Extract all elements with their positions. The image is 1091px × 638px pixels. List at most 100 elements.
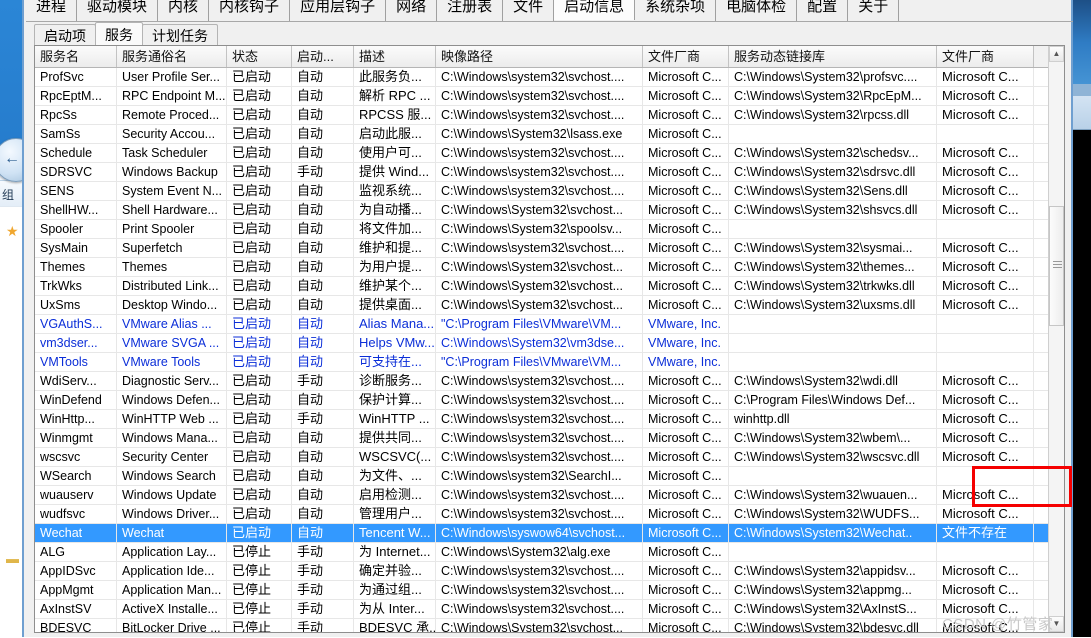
table-row[interactable]: Wechat Wechat 已启动 自动 Tencent W... C:\Windows\… — [35, 524, 1050, 543]
sub-tab-1[interactable]: 服务 — [95, 22, 143, 46]
table-row[interactable]: WinHttp... WinHTTP Web ... 已启动 手动 WinHTTP ..… — [35, 410, 1050, 429]
table-row[interactable]: WinDefend Windows Defen... 已启动 自动 保护计算... C:\… — [35, 391, 1050, 410]
table-row[interactable]: Schedule Task Scheduler 已启动 自动 使用户可... C:\Win… — [35, 144, 1050, 163]
cell-vendor: Microsoft C... — [643, 125, 729, 143]
table-row[interactable]: SENS System Event N... 已启动 自动 监视系统... C:\Wind… — [35, 182, 1050, 201]
column-header-5[interactable]: 映像路径 — [436, 46, 643, 67]
table-row[interactable]: SDRSVC Windows Backup 已启动 手动 提供 Wind... C:\Wi… — [35, 163, 1050, 182]
main-tab-7[interactable]: 文件 — [503, 0, 555, 21]
column-header-0[interactable]: 服务名 — [35, 46, 117, 67]
table-row[interactable]: ALG Application Lay... 已停止 手动为 Internet... C… — [35, 543, 1050, 562]
main-tab-0[interactable]: 进程 — [26, 0, 78, 21]
services-list-view[interactable]: 服务名 服务通俗名 状态 启动... 描述 映像路径 文件厂商 服务动态链接库 文件厂商 Pro… — [34, 45, 1065, 633]
cell-vendor: Microsoft C... — [643, 220, 729, 238]
table-row[interactable]: ProfSvc User Profile Ser... 已启动 自动 此服务负... C:… — [35, 68, 1050, 87]
cell-display: User Profile Ser... — [117, 68, 227, 86]
table-row[interactable]: vm3dser... VMware SVGA ... 已启动 自动 Helps VMw.… — [35, 334, 1050, 353]
scroll-up-arrow-icon[interactable]: ▲ — [1049, 46, 1064, 62]
cell-display: Print Spooler — [117, 220, 227, 238]
table-row[interactable]: UxSms Desktop Windo... 已启动 自动 提供桌面... C:\Wind… — [35, 296, 1050, 315]
table-row[interactable]: SamSs Security Accou... 已启动 自动 启动此服... C:\Win… — [35, 125, 1050, 144]
vertical-scrollbar[interactable]: ▲ ▼ — [1048, 46, 1064, 632]
scrollbar-thumb[interactable] — [1049, 206, 1064, 326]
main-tab-4[interactable]: 应用层钩子 — [290, 0, 387, 21]
cell-name: WinHttp... — [35, 410, 117, 428]
cell-path: "C:\Program Files\VMware\VM... — [436, 315, 643, 333]
cell-name: Schedule — [35, 144, 117, 162]
table-row[interactable]: WSearch Windows Search 已启动 自动 为文件、... C:\Wind… — [35, 467, 1050, 486]
main-tab-12[interactable]: 关于 — [848, 0, 900, 21]
column-header-8[interactable]: 文件厂商 — [937, 46, 1034, 67]
cell-dll: C:\Windows\System32\trkwks.dll — [729, 277, 937, 295]
table-row[interactable]: RpcEptM... RPC Endpoint M... 已启动 自动 解析 RPC .… — [35, 87, 1050, 106]
cell-desc: 为用户提... — [354, 258, 436, 276]
table-row[interactable]: wuauserv Windows Update 已启动 自动 启用检测... C:\Win… — [35, 486, 1050, 505]
cell-status: 已启动 — [227, 239, 292, 257]
cell-path: C:\Windows\System32\svchost... — [436, 619, 643, 632]
cell-path: C:\Windows\system32\svchost.... — [436, 372, 643, 390]
main-tab-3[interactable]: 内核钩子 — [209, 0, 291, 21]
cell-display: Windows Mana... — [117, 429, 227, 447]
table-row[interactable]: AppMgmt Application Man... 已停止 手动 为通过组... C:\… — [35, 581, 1050, 600]
back-arrow-icon[interactable]: ← — [4, 151, 22, 167]
cell-display: Distributed Link... — [117, 277, 227, 295]
cell-dll: C:\Windows\System32\wbem\... — [729, 429, 937, 447]
table-row[interactable]: AxInstSV ActiveX Installe... 已停止 手动 为从 Inter… — [35, 600, 1050, 619]
cell-dllvendor — [937, 543, 1034, 561]
service-manager-window: 进程 驱动模块 内核 内核钩子 应用层钩子 网络 注册表 文件 启动信息 系统杂项 电脑体检 配置 关于… — [22, 0, 1073, 637]
column-header-6[interactable]: 文件厂商 — [643, 46, 729, 67]
cell-status: 已启动 — [227, 68, 292, 86]
table-row[interactable]: wscsvc Security Center 已启动 自动 WSCSVC(... C:\W… — [35, 448, 1050, 467]
table-row[interactable]: RpcSs Remote Proced... 已启动 自动 RPCSS 服... C:\W… — [35, 106, 1050, 125]
cell-vendor: Microsoft C... — [643, 163, 729, 181]
sub-tab-2[interactable]: 计划任务 — [142, 24, 218, 46]
main-tab-8[interactable]: 启动信息 — [554, 0, 636, 20]
cell-dllvendor — [937, 125, 1034, 143]
cell-desc: 监视系统... — [354, 182, 436, 200]
main-tab-6[interactable]: 注册表 — [437, 0, 504, 21]
table-row[interactable]: Winmgmt Windows Mana... 已启动 自动 提供共同... C:\Win… — [35, 429, 1050, 448]
cell-dllvendor — [937, 315, 1034, 333]
table-row[interactable]: ShellHW... Shell Hardware... 已启动 自动 为自动播... C… — [35, 201, 1050, 220]
cell-status: 已启动 — [227, 505, 292, 523]
table-row[interactable]: SysMain Superfetch 已启动 自动 维护和提... C:\Windows\… — [35, 239, 1050, 258]
cell-display: VMware Tools — [117, 353, 227, 371]
main-tab-2[interactable]: 内核 — [158, 0, 210, 21]
table-row[interactable]: wudfsvc Windows Driver... 已启动 自动 管理用户... C:\W… — [35, 505, 1050, 524]
table-row[interactable]: VMTools VMware Tools 已启动 自动 可支持在... "C:\Progr… — [35, 353, 1050, 372]
table-row[interactable]: Spooler Print Spooler 已启动 自动 将文件加... C:\Windo… — [35, 220, 1050, 239]
cell-dll: C:\Windows\System32\wuauen... — [729, 486, 937, 504]
main-tab-9[interactable]: 系统杂项 — [635, 0, 717, 21]
main-tab-11[interactable]: 配置 — [797, 0, 849, 21]
column-header-3[interactable]: 启动... — [292, 46, 354, 67]
table-row[interactable]: WdiServ... Diagnostic Serv... 已启动 手动 诊断服务...… — [35, 372, 1050, 391]
main-tab-1[interactable]: 驱动模块 — [77, 0, 159, 21]
table-row[interactable]: BDESVC BitLocker Drive ... 已停止 手动 BDESVC 承..… — [35, 619, 1050, 632]
cell-vendor: Microsoft C... — [643, 68, 729, 86]
cell-dllvendor: Microsoft C... — [937, 562, 1034, 580]
table-row[interactable]: Themes Themes 已启动 自动 为用户提... C:\Windows\Syste… — [35, 258, 1050, 277]
services-table-body[interactable]: ProfSvc User Profile Ser... 已启动 自动 此服务负... C:… — [35, 68, 1050, 632]
main-tab-strip[interactable]: 进程 驱动模块 内核 内核钩子 应用层钩子 网络 注册表 文件 启动信息 系统杂项 电脑体检 配置 关于 — [26, 0, 1073, 22]
services-table-header[interactable]: 服务名 服务通俗名 状态 启动... 描述 映像路径 文件厂商 服务动态链接库 文件厂商 — [35, 46, 1064, 68]
cell-vendor: Microsoft C... — [643, 486, 729, 504]
column-header-2[interactable]: 状态 — [227, 46, 292, 67]
column-header-4[interactable]: 描述 — [354, 46, 436, 67]
cell-path: C:\Windows\syswow64\svchost... — [436, 524, 643, 542]
cell-dllvendor: Microsoft C... — [937, 182, 1034, 200]
column-header-1[interactable]: 服务通俗名 — [117, 46, 227, 67]
cell-vendor: Microsoft C... — [643, 524, 729, 542]
main-tab-5[interactable]: 网络 — [386, 0, 438, 21]
sub-tab-0[interactable]: 启动项 — [34, 24, 96, 46]
main-tab-10[interactable]: 电脑体检 — [716, 0, 798, 21]
sub-tab-strip[interactable]: 启动项 服务 计划任务 — [34, 22, 1073, 46]
table-row[interactable]: AppIDSvc Application Ide... 已停止 手动 确定并验... C:… — [35, 562, 1050, 581]
cell-vendor: VMware, Inc. — [643, 334, 729, 352]
table-row[interactable]: TrkWks Distributed Link... 已启动 自动 维护某个... C:\… — [35, 277, 1050, 296]
cell-display: Wechat — [117, 524, 227, 542]
cell-display: Shell Hardware... — [117, 201, 227, 219]
cell-path: C:\Windows\System32\svchost... — [436, 201, 643, 219]
cell-desc: 可支持在... — [354, 353, 436, 371]
column-header-7[interactable]: 服务动态链接库 — [729, 46, 937, 67]
table-row[interactable]: VGAuthS... VMware Alias ... 已启动 自动 Alias Man… — [35, 315, 1050, 334]
